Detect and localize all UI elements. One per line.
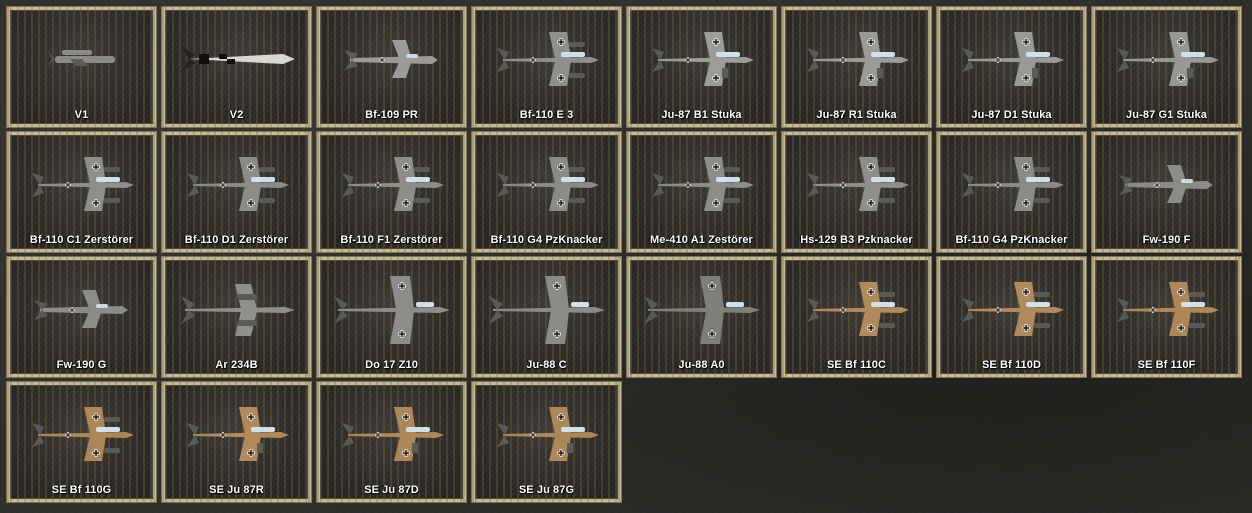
ju87-desert-camo-icon (187, 407, 289, 461)
ju88-bomber-icon (489, 276, 605, 344)
bf110-twin-engine-icon (32, 157, 134, 211)
unit-label: Fw-190 F (1142, 234, 1191, 246)
do17-bomber-icon (334, 276, 450, 344)
unit-label: SE Ju 87D (364, 484, 419, 496)
unit-card[interactable]: SE Ju 87G (471, 381, 622, 503)
bf110-twin-engine-icon (962, 157, 1064, 211)
unit-card[interactable]: Bf-110 F1 Zerstörer (316, 131, 467, 253)
unit-card[interactable]: Do 17 Z10 (316, 256, 467, 378)
bf110-twin-engine-icon (187, 157, 289, 211)
v2-rocket-icon (181, 46, 295, 72)
unit-card[interactable]: Bf-110 C1 Zerstörer (6, 131, 157, 253)
unit-card[interactable]: Ju-87 G1 Stuka (1091, 6, 1242, 128)
unit-label: Bf-110 G4 PzKnacker (955, 234, 1068, 246)
unit-card[interactable]: Hs-129 B3 Pzknacker (781, 131, 932, 253)
unit-card[interactable]: Fw-190 F (1091, 131, 1242, 253)
unit-label: Bf-110 C1 Zerstörer (29, 234, 134, 246)
bf110-desert-camo-icon (962, 282, 1064, 336)
unit-label: Ju-87 G1 Stuka (1126, 109, 1207, 121)
bf109-fighter-icon (344, 40, 438, 78)
me410-twin-engine-icon (652, 157, 754, 211)
unit-label: Ju-87 D1 Stuka (971, 109, 1052, 121)
unit-card[interactable]: Fw-190 G (6, 256, 157, 378)
unit-label: Ju-87 B1 Stuka (661, 109, 742, 121)
unit-label: Bf-110 E 3 (519, 109, 574, 121)
unit-label: V2 (229, 109, 244, 121)
unit-label: SE Bf 110D (981, 359, 1042, 371)
v1-flying-bomb-icon (48, 50, 115, 66)
unit-label: V1 (74, 109, 89, 121)
ju87-stuka-icon (1117, 32, 1219, 86)
unit-card[interactable]: V2 (161, 6, 312, 128)
hs129-ground-attack-icon (807, 157, 909, 211)
bf110-desert-camo-icon (807, 282, 909, 336)
unit-card[interactable]: SE Bf 110F (1091, 256, 1242, 378)
unit-label: Bf-110 F1 Zerstörer (340, 234, 443, 246)
unit-card[interactable]: SE Bf 110G (6, 381, 157, 503)
ar234-jet-bomber-icon (181, 284, 295, 336)
ju87-stuka-icon (652, 32, 754, 86)
bf110-twin-engine-icon (342, 157, 444, 211)
unit-label: SE Ju 87G (518, 484, 575, 496)
unit-label: Hs-129 B3 Pzknacker (800, 234, 913, 246)
unit-card[interactable]: Bf-110 D1 Zerstörer (161, 131, 312, 253)
unit-card[interactable]: Ju-87 D1 Stuka (936, 6, 1087, 128)
unit-label: SE Bf 110F (1137, 359, 1196, 371)
unit-label: Ju-88 A0 (678, 359, 725, 371)
bf110-desert-camo-icon (1117, 282, 1219, 336)
ju88-bomber-icon (644, 276, 760, 344)
unit-card[interactable]: Ju-88 A0 (626, 256, 777, 378)
bf110-twin-engine-icon (497, 157, 599, 211)
ju87-desert-camo-icon (497, 407, 599, 461)
unit-card[interactable]: Ju-87 B1 Stuka (626, 6, 777, 128)
fw190-fighter-icon (34, 290, 128, 328)
unit-label: Fw-190 G (56, 359, 107, 371)
unit-card[interactable]: Me-410 A1 Zestörer (626, 131, 777, 253)
unit-card[interactable]: SE Bf 110C (781, 256, 932, 378)
unit-label: Bf-110 G4 PzKnacker (490, 234, 603, 246)
unit-label: SE Ju 87R (209, 484, 264, 496)
unit-card[interactable]: Ju-87 R1 Stuka (781, 6, 932, 128)
unit-card[interactable]: Ju-88 C (471, 256, 622, 378)
unit-card[interactable]: Bf-110 G4 PzKnacker (471, 131, 622, 253)
unit-grid: V1 V2 Bf-109 PR Bf-110 E 3 Ju-87 B1 Stuka Ju-… (6, 6, 1242, 503)
unit-card[interactable]: SE Ju 87D (316, 381, 467, 503)
unit-card[interactable]: Bf-109 PR (316, 6, 467, 128)
unit-card[interactable]: SE Bf 110D (936, 256, 1087, 378)
unit-label: Ju-88 C (526, 359, 567, 371)
unit-label: Ju-87 R1 Stuka (816, 109, 897, 121)
bf110-twin-engine-icon (497, 32, 599, 86)
unit-label: SE Bf 110G (51, 484, 112, 496)
unit-label: Bf-109 PR (365, 109, 418, 121)
unit-label: Do 17 Z10 (365, 359, 418, 371)
unit-card[interactable]: Ar 234B (161, 256, 312, 378)
fw190-fighter-icon (1119, 165, 1213, 203)
bf110-desert-camo-icon (32, 407, 134, 461)
ju87-stuka-icon (807, 32, 909, 86)
unit-card[interactable]: SE Ju 87R (161, 381, 312, 503)
unit-card[interactable]: V1 (6, 6, 157, 128)
unit-label: Ar 234B (215, 359, 258, 371)
unit-label: SE Bf 110C (826, 359, 887, 371)
unit-label: Bf-110 D1 Zerstörer (184, 234, 289, 246)
ju87-desert-camo-icon (342, 407, 444, 461)
unit-card[interactable]: Bf-110 G4 PzKnacker (936, 131, 1087, 253)
ju87-stuka-icon (962, 32, 1064, 86)
unit-card[interactable]: Bf-110 E 3 (471, 6, 622, 128)
unit-label: Me-410 A1 Zestörer (650, 234, 753, 246)
